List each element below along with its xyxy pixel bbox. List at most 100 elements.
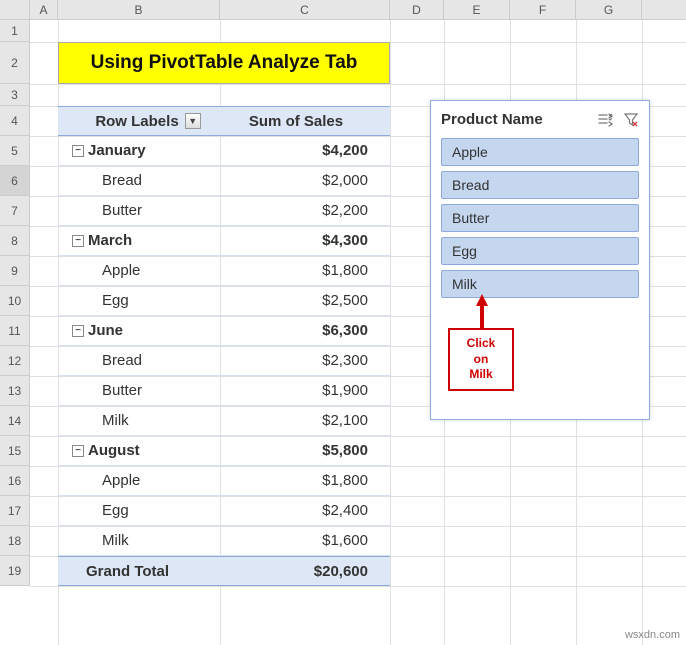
item-label: Apple <box>58 472 218 489</box>
row-header-1[interactable]: 1 <box>0 20 30 42</box>
multi-select-icon[interactable] <box>597 112 613 128</box>
collapse-icon[interactable]: − <box>72 325 84 337</box>
row-headers: 1 2 3 4 5 6 7 8 9 10 11 12 13 14 15 16 1… <box>0 20 30 586</box>
pivot-group-january[interactable]: −January $4,200 <box>58 136 390 166</box>
callout-box: Click on Milk <box>448 328 514 391</box>
row-header-10[interactable]: 10 <box>0 286 30 316</box>
row-header-11[interactable]: 11 <box>0 316 30 346</box>
pivot-item[interactable]: Apple $1,800 <box>58 466 390 496</box>
item-value: $2,300 <box>218 352 388 369</box>
callout-line1: Click on <box>458 336 504 367</box>
row-header-5[interactable]: 5 <box>0 136 30 166</box>
item-label: Bread <box>58 352 218 369</box>
slicer-item-egg[interactable]: Egg <box>441 237 639 265</box>
item-value: $1,900 <box>218 382 388 399</box>
item-value: $2,200 <box>218 202 388 219</box>
arrow-icon <box>472 294 492 328</box>
slicer-item-milk[interactable]: Milk <box>441 270 639 298</box>
callout-line2: Milk <box>458 367 504 383</box>
pivot-table[interactable]: Row Labels ▼ Sum of Sales −January $4,20… <box>58 106 390 586</box>
item-label: Butter <box>58 382 218 399</box>
pivot-group-march[interactable]: −March $4,300 <box>58 226 390 256</box>
row-header-7[interactable]: 7 <box>0 196 30 226</box>
row-header-4[interactable]: 4 <box>0 106 30 136</box>
row-header-12[interactable]: 12 <box>0 346 30 376</box>
slicer-header: Product Name <box>441 111 639 128</box>
collapse-icon[interactable]: − <box>72 445 84 457</box>
group-total: $4,200 <box>218 142 388 159</box>
item-value: $2,000 <box>218 172 388 189</box>
item-label: Milk <box>58 532 218 549</box>
pivot-item[interactable]: Egg $2,500 <box>58 286 390 316</box>
group-label: June <box>88 322 123 339</box>
row-header-17[interactable]: 17 <box>0 496 30 526</box>
row-header-2[interactable]: 2 <box>0 42 30 84</box>
group-total: $6,300 <box>218 322 388 339</box>
pivot-item[interactable]: Apple $1,800 <box>58 256 390 286</box>
row-labels-filter-dropdown[interactable]: ▼ <box>185 113 201 129</box>
item-value: $2,100 <box>218 412 388 429</box>
page-title: Using PivotTable Analyze Tab <box>91 52 358 74</box>
row-header-19[interactable]: 19 <box>0 556 30 586</box>
row-header-8[interactable]: 8 <box>0 226 30 256</box>
row-header-18[interactable]: 18 <box>0 526 30 556</box>
clear-filter-icon[interactable] <box>623 112 639 128</box>
pivot-group-august[interactable]: −August $5,800 <box>58 436 390 466</box>
item-label: Egg <box>58 502 218 519</box>
group-label: August <box>88 442 140 459</box>
group-label: March <box>88 232 132 249</box>
group-total: $5,800 <box>218 442 388 459</box>
pivot-header-row: Row Labels ▼ Sum of Sales <box>58 106 390 136</box>
item-value: $1,600 <box>218 532 388 549</box>
spreadsheet-grid: A B C D E F G 1 2 3 4 5 6 7 8 9 10 11 12… <box>0 0 686 645</box>
collapse-icon[interactable]: − <box>72 145 84 157</box>
title-cell[interactable]: Using PivotTable Analyze Tab <box>58 42 390 84</box>
slicer-item-bread[interactable]: Bread <box>441 171 639 199</box>
pivot-item[interactable]: Bread $2,300 <box>58 346 390 376</box>
pivot-item[interactable]: Bread $2,000 <box>58 166 390 196</box>
pivot-item[interactable]: Egg $2,400 <box>58 496 390 526</box>
collapse-icon[interactable]: − <box>72 235 84 247</box>
row-header-13[interactable]: 13 <box>0 376 30 406</box>
col-header-c[interactable]: C <box>220 0 390 19</box>
row-header-16[interactable]: 16 <box>0 466 30 496</box>
col-header-b[interactable]: B <box>58 0 220 19</box>
item-label: Milk <box>58 412 218 429</box>
col-header-f[interactable]: F <box>510 0 576 19</box>
row-header-15[interactable]: 15 <box>0 436 30 466</box>
col-header-d[interactable]: D <box>390 0 444 19</box>
pivot-item[interactable]: Butter $2,200 <box>58 196 390 226</box>
item-label: Egg <box>58 292 218 309</box>
group-total: $4,300 <box>218 232 388 249</box>
col-header-e[interactable]: E <box>444 0 510 19</box>
col-header-g[interactable]: G <box>576 0 642 19</box>
pivot-values-header: Sum of Sales <box>218 113 388 130</box>
watermark: wsxdn.com <box>625 629 680 641</box>
item-value: $1,800 <box>218 262 388 279</box>
grand-total-value: $20,600 <box>218 563 388 580</box>
row-header-9[interactable]: 9 <box>0 256 30 286</box>
pivot-item[interactable]: Milk $2,100 <box>58 406 390 436</box>
row-header-14[interactable]: 14 <box>0 406 30 436</box>
select-all-corner[interactable] <box>0 0 30 19</box>
pivot-row-labels-header: Row Labels <box>95 113 178 130</box>
item-value: $1,800 <box>218 472 388 489</box>
pivot-item[interactable]: Butter $1,900 <box>58 376 390 406</box>
row-header-3[interactable]: 3 <box>0 84 30 106</box>
pivot-grand-total[interactable]: Grand Total $20,600 <box>58 556 390 586</box>
item-value: $2,400 <box>218 502 388 519</box>
col-header-a[interactable]: A <box>30 0 58 19</box>
column-headers: A B C D E F G <box>0 0 686 20</box>
item-label: Butter <box>58 202 218 219</box>
item-label: Apple <box>58 262 218 279</box>
row-header-6[interactable]: 6 <box>0 166 30 196</box>
slicer-title: Product Name <box>441 111 543 128</box>
item-value: $2,500 <box>218 292 388 309</box>
pivot-group-june[interactable]: −June $6,300 <box>58 316 390 346</box>
group-label: January <box>88 142 146 159</box>
pivot-item[interactable]: Milk $1,600 <box>58 526 390 556</box>
slicer-item-butter[interactable]: Butter <box>441 204 639 232</box>
slicer-item-apple[interactable]: Apple <box>441 138 639 166</box>
grand-total-label: Grand Total <box>58 563 218 580</box>
item-label: Bread <box>58 172 218 189</box>
